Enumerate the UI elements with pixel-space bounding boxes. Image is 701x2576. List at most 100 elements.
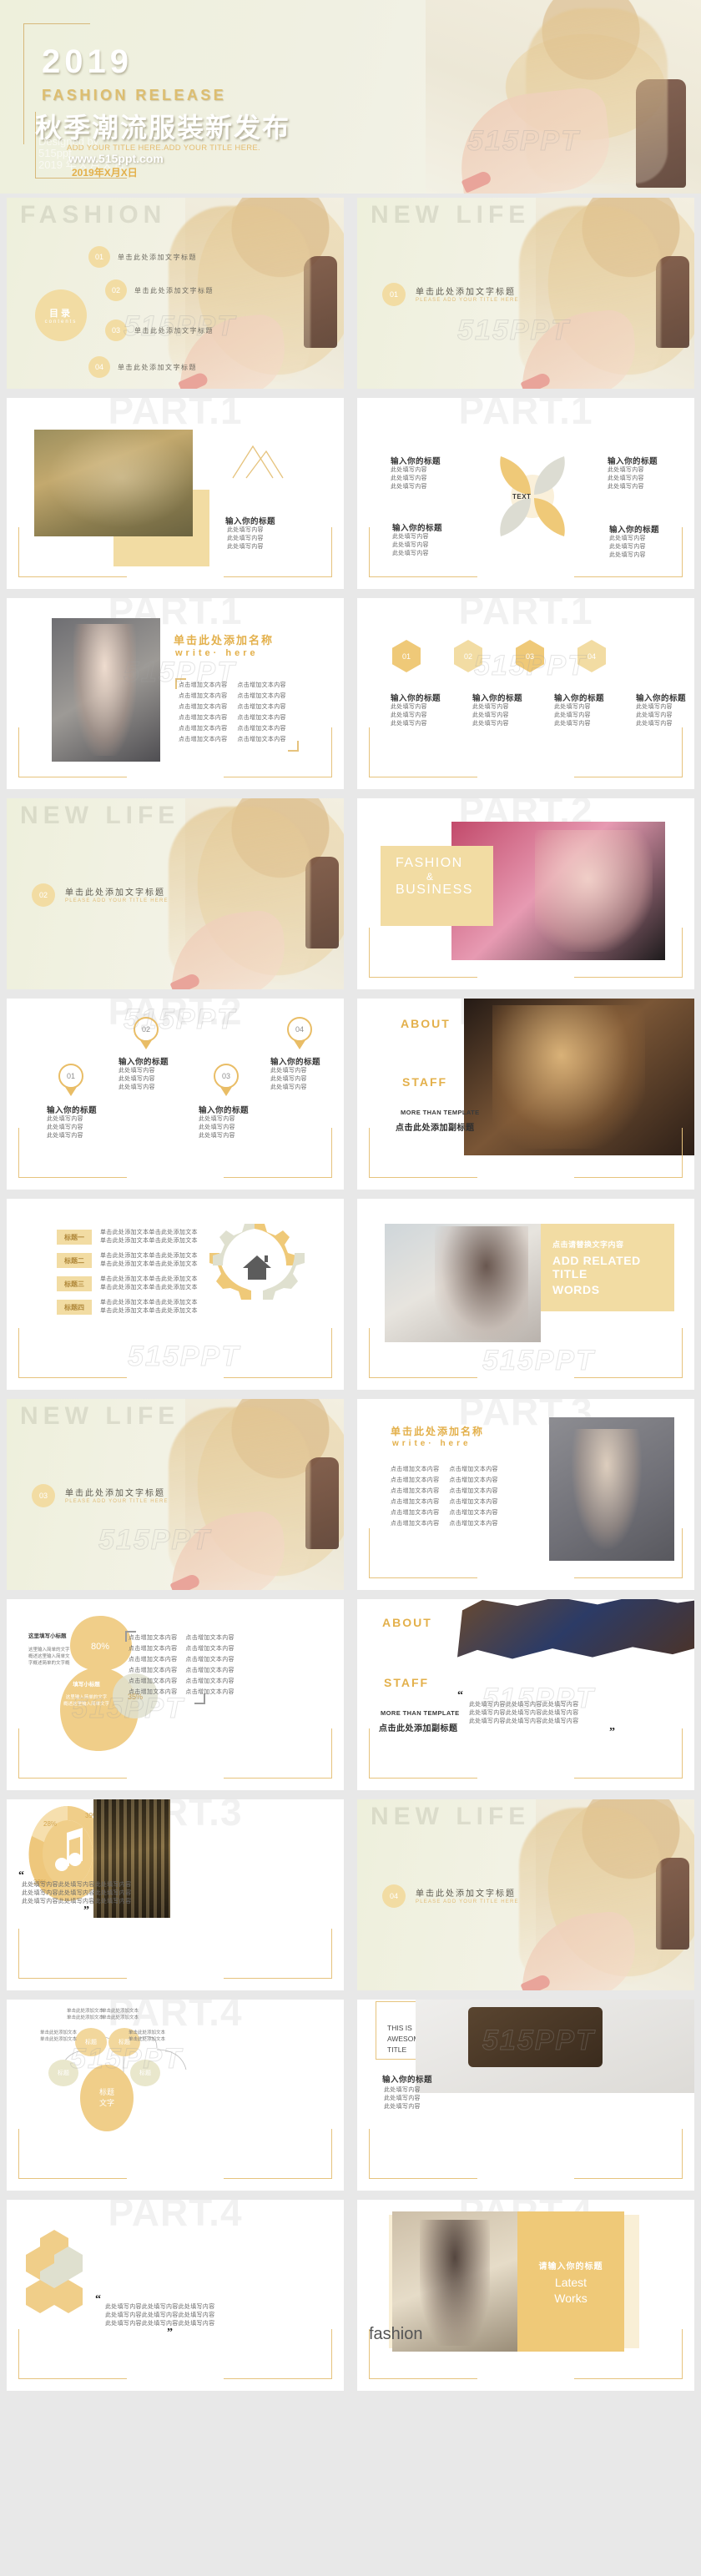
quote-close-mark: ” xyxy=(83,1904,89,1917)
slide-awesome-title[interactable]: THIS IS AWESOME TITLE 输入你的标题 此处填写内容 此处填写… xyxy=(350,1995,701,2196)
caption-title: 输入你的标题 xyxy=(554,694,605,703)
hexagon-04[interactable]: 04 xyxy=(577,640,606,672)
block-body-line: 此处填写内容 xyxy=(391,475,427,481)
slide-latest-works[interactable]: PART.4 请输入你的标题 Latest Works fashion xyxy=(350,2196,701,2396)
cell: 点击增加文本内容 xyxy=(449,1510,498,1516)
slide-related-title[interactable]: 点击请替换文字内容 ADD RELATED TITLE WORDS 515PPT xyxy=(350,1195,701,1395)
pin-02[interactable]: 02 xyxy=(134,1017,159,1049)
body-line: 此处填写内容此处填写内容此处填写内容 xyxy=(105,2321,215,2327)
row-line: 单击此处添加文本单击此处添加文本 xyxy=(100,1253,198,1259)
cell: 点击增加文本内容 xyxy=(449,1467,498,1472)
slide-cube[interactable]: PART.4 “ ” 此处填写内容此处填写内容此处填写内容 此处填写内容此处填写… xyxy=(0,2196,350,2396)
backdrop-part-label: PART.1 xyxy=(108,398,243,432)
slide-profile[interactable]: PART.1 单击此处添加名称 write· here 点击增加文本内容 点击增加… xyxy=(0,594,350,794)
pinwheel-block-top-left: 输入你的标题 此处填写内容 此处填写内容 此处填写内容 xyxy=(391,455,441,491)
slide-hexagons[interactable]: PART.1 01 02 03 04 输入你的标题 此处填写内容 此处填写内容 … xyxy=(350,594,701,794)
slide-about-staff-suit[interactable]: ABOUT STAFF MORE THAN TEMPLATE 点击此处添加副标题… xyxy=(350,1595,701,1795)
slide-cover[interactable]: 2019 FASHION RELEASE 秋季潮流服装新发布 ADD YOUR … xyxy=(0,0,701,194)
slide-profile-2[interactable]: PART.3 单击此处添加名称 write· here 点击增加文本内容 点击增加… xyxy=(350,1395,701,1595)
panel-title-en-1: ADD RELATED TITLE xyxy=(552,1254,641,1280)
mountain-icon xyxy=(232,445,284,479)
slide-fashion-business[interactable]: PART.2 FASHION & BUSINESS xyxy=(350,794,701,994)
tree-root-node[interactable]: 标题 文字 xyxy=(80,2065,134,2131)
body-line: 此处填写内容此处填写内容此处填写内容 xyxy=(22,1882,132,1888)
hex-caption-02: 输入你的标题 此处填写内容 此处填写内容 此处填写内容 xyxy=(472,692,532,728)
toc-item-02[interactable]: 02 单击此处添加文字标题 xyxy=(105,279,214,301)
pin-04[interactable]: 04 xyxy=(287,1017,312,1049)
slide-divider-02[interactable]: NEW LIFE 02 单击此处添加文字标题 PLEASE ADD YOUR T… xyxy=(0,794,350,994)
profile-table: 点击增加文本内容 点击增加文本内容 点击增加文本内容 点击增加文本内容 点击增加文本… xyxy=(391,1466,498,1528)
slide-pins[interactable]: PART.2 01 输入你的标题 此处填写内容 此处填写内容 此处填写内容 02… xyxy=(0,994,350,1195)
note-line: 单击此处添加文本 xyxy=(129,2037,166,2042)
tree-node-left-inner[interactable]: 标题 xyxy=(75,2028,107,2056)
toc-label: 单击此处添加文字标题 xyxy=(118,363,197,371)
toc-item-01[interactable]: 01 单击此处添加文字标题 xyxy=(88,246,197,268)
hex-caption-01: 输入你的标题 此处填写内容 此处填写内容 此处填写内容 xyxy=(391,692,451,728)
gear-row[interactable]: 标题三 单击此处添加文本单击此处添加文本 单击此处添加文本单击此处添加文本 xyxy=(57,1275,198,1292)
toc-label: 单击此处添加文字标题 xyxy=(134,326,214,335)
slide-divider-01[interactable]: NEW LIFE 01 单击此处添加文字标题 PLEASE ADD YOUR T… xyxy=(350,194,701,394)
gear-row[interactable]: 标题四 单击此处添加文本单击此处添加文本 单击此处添加文本单击此处添加文本 xyxy=(57,1299,198,1316)
pin-caption-04: 输入你的标题 此处填写内容 此处填写内容 此处填写内容 xyxy=(270,1055,337,1092)
tree-note-right: 单击此处添加文本 单击此处添加文本 xyxy=(129,2030,165,2043)
divider-title-cn: 单击此处添加文字标题 xyxy=(65,1489,165,1498)
gear-row[interactable]: 标题二 单击此处添加文本单击此处添加文本 单击此处添加文本单击此处添加文本 xyxy=(57,1252,198,1269)
tag-label: 标题四 xyxy=(64,1303,84,1311)
caption-title: 输入你的标题 xyxy=(119,1058,169,1067)
tree-note-top-left: 单击此处添加文本 单击此处添加文本 xyxy=(67,2008,103,2021)
corner-frame-left xyxy=(369,1728,477,1779)
tree-node-right-outer[interactable]: 标题 xyxy=(130,2060,160,2086)
divider-title-cn: 单击此处添加文字标题 xyxy=(416,1889,516,1899)
slide-about-staff-gold[interactable]: PART.2 ABOUT STAFF MORE THAN TEMPLATE 点击… xyxy=(350,994,701,1195)
gear-cluster-icon xyxy=(209,1224,305,1300)
body-line: 此处填写内容 xyxy=(384,2096,421,2101)
pin-tip xyxy=(294,1040,305,1049)
corner-frame-right xyxy=(224,1728,332,1779)
body-line: 此处填写内容 xyxy=(384,2104,421,2110)
drop-line: 这里输入简单的文字 xyxy=(28,1648,70,1653)
hex-caption-03: 输入你的标题 此处填写内容 此处填写内容 此处填写内容 xyxy=(554,692,614,728)
slide-donut-music[interactable]: PART.3 39% 28% 33% “ ” 此处填写内容此处填写内容此处填写内… xyxy=(0,1795,350,1995)
cover-year: 2019 xyxy=(42,43,133,80)
slide-photo-title[interactable]: PART.1 输入你的标题 此处填写内容 此处填写内容 此处填写内容 xyxy=(0,394,350,594)
hexagon-02[interactable]: 02 xyxy=(454,640,482,672)
slide-divider-04[interactable]: NEW LIFE 04 单击此处添加文字标题 PLEASE ADD YOUR T… xyxy=(350,1795,701,1995)
awesome-body: 此处填写内容 此处填写内容 此处填写内容 xyxy=(384,2086,421,2111)
droplet-label-1: 这里填写小标题 这里输入简单的文字 概述这里输入简单文 字概述简单的文字概 xyxy=(28,1631,70,1667)
divider-title-en: PLEASE ADD YOUR TITLE HERE xyxy=(416,1899,519,1904)
tree-node-left-outer[interactable]: 标题 xyxy=(48,2060,78,2086)
slide-droplets[interactable]: 80% 35% 这里填写小标题 这里输入简单的文字 概述这里输入简单文 字概述简… xyxy=(0,1595,350,1795)
hexagon-03[interactable]: 03 xyxy=(516,640,544,672)
pin-01[interactable]: 01 xyxy=(58,1064,83,1096)
slide-divider-03[interactable]: NEW LIFE 03 单击此处添加文字标题 PLEASE ADD YOUR T… xyxy=(0,1395,350,1595)
drop-title: 填写小标题 xyxy=(73,1682,100,1688)
caption-line: 此处填写内容 xyxy=(199,1116,235,1122)
corner-frame-left xyxy=(369,1328,477,1378)
pin-03[interactable]: 03 xyxy=(214,1064,239,1096)
block-title: 输入你的标题 xyxy=(608,457,658,466)
slide-tree[interactable]: PART.4 标题 标题 标题 标题 标题 文字 单击此处添加文本 单击此处添加… xyxy=(0,1995,350,2196)
slide-contents[interactable]: FASHION 目录 contents 01 单击此处添加文字标题 02 单击此… xyxy=(0,194,350,394)
cover-canvas: 2019 FASHION RELEASE 秋季潮流服装新发布 ADD YOUR … xyxy=(0,0,701,194)
divider-backdrop-word: NEW LIFE xyxy=(371,201,531,229)
slide-pinwheel[interactable]: PART.1 TEXT 输入你的标题 此处填写内容 此处填写内容 此处填写内容 … xyxy=(350,394,701,594)
drop-title: 这里填写小标题 xyxy=(28,1633,67,1639)
hexagon-01[interactable]: 01 xyxy=(392,640,421,672)
staff-label: STAFF xyxy=(384,1676,430,1689)
caption-line-1: FASHION xyxy=(396,856,463,870)
caption-line: 此处填写内容 xyxy=(472,704,509,710)
profile-name-cn: 单击此处添加名称 xyxy=(174,634,275,647)
note-line: 单击此处添加文本 xyxy=(40,2030,78,2035)
row-line: 单击此处添加文本单击此处添加文本 xyxy=(100,1238,198,1244)
slide-gears[interactable]: 标题一 单击此处添加文本单击此处添加文本 单击此处添加文本单击此处添加文本 标题… xyxy=(0,1195,350,1395)
gear-row[interactable]: 标题一 单击此处添加文本单击此处添加文本 单击此处添加文本单击此处添加文本 xyxy=(57,1229,198,1245)
cover-url[interactable]: www.515ppt.com xyxy=(68,152,164,165)
chair-shape xyxy=(305,1457,339,1549)
corner-frame-right xyxy=(224,2129,332,2179)
pin-tip xyxy=(65,1087,77,1096)
divider-canvas: NEW LIFE 01 单击此处添加文字标题 PLEASE ADD YOUR T… xyxy=(357,198,694,389)
toc-item-04[interactable]: 04 单击此处添加文字标题 xyxy=(88,356,197,378)
cell: 点击增加文本内容 xyxy=(129,1668,178,1673)
toc-item-03[interactable]: 03 单击此处添加文字标题 xyxy=(105,319,214,341)
block-body-line: 此处填写内容 xyxy=(391,467,427,473)
